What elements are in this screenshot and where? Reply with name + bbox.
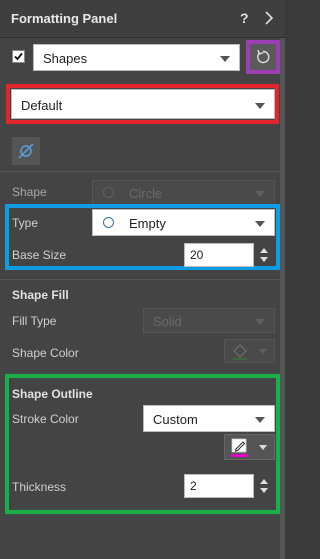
shape-color-picker[interactable] [224,339,275,363]
stroke-color-picker[interactable] [224,434,275,460]
stroke-color-select[interactable]: Custom [143,405,275,432]
type-select[interactable]: Empty [92,209,275,236]
chevron-down-icon [259,445,267,450]
paint-bucket-icon [233,344,247,360]
object-select-label: Shapes [43,51,88,66]
chevron-down-icon [255,191,265,197]
panel-title: Formatting Panel [11,11,118,26]
scrollbar[interactable] [280,38,285,559]
checkmark-icon [14,52,23,61]
reset-button[interactable] [246,40,280,74]
preset-select-label: Default [21,98,63,113]
shape-tab[interactable] [12,137,40,165]
shape-outline-title: Shape Outline [12,387,93,401]
shape-select[interactable]: Circle [92,180,275,205]
fill-type-select[interactable]: Solid [143,308,275,333]
chevron-down-icon [259,349,267,354]
circle-icon [103,217,114,228]
thickness-input[interactable]: 2 [184,474,254,498]
shape-fill-title: Shape Fill [12,288,69,302]
object-select[interactable]: Shapes [33,44,240,71]
type-label: Type [12,216,39,230]
chevron-right-icon[interactable] [262,10,276,26]
reset-icon [257,49,270,64]
fill-type-label: Fill Type [12,314,57,328]
fill-type-select-label: Solid [153,314,182,329]
circle-icon [103,187,114,198]
chevron-down-icon [255,103,265,109]
shape-select-label: Circle [129,186,163,201]
divider [0,279,280,280]
base-size-input[interactable]: 20 [184,243,254,267]
chevron-down-icon [220,56,230,62]
base-size-label: Base Size [12,248,67,262]
thickness-stepper[interactable] [258,474,271,498]
shape-label: Shape [12,185,47,199]
help-icon[interactable]: ? [240,10,249,26]
divider [0,171,280,172]
pencil-icon [231,438,248,457]
preset-select[interactable]: Default [11,89,275,119]
enable-checkbox[interactable] [12,50,25,63]
chevron-down-icon [255,417,265,423]
shape-line-icon [18,143,34,159]
stroke-color-label: Stroke Color [12,412,79,426]
stepper-up-icon[interactable] [260,248,268,253]
chevron-down-icon [255,319,265,325]
thickness-label: Thickness [12,480,67,494]
type-select-label: Empty [129,216,166,231]
shape-color-label: Shape Color [12,346,79,360]
stepper-up-icon[interactable] [260,479,268,484]
stroke-color-select-label: Custom [153,412,198,427]
thickness-value: 2 [190,479,197,493]
chevron-down-icon [255,221,265,227]
base-size-stepper[interactable] [258,243,271,267]
base-size-value: 20 [190,248,204,262]
stepper-down-icon[interactable] [260,257,268,262]
stepper-down-icon[interactable] [260,488,268,493]
